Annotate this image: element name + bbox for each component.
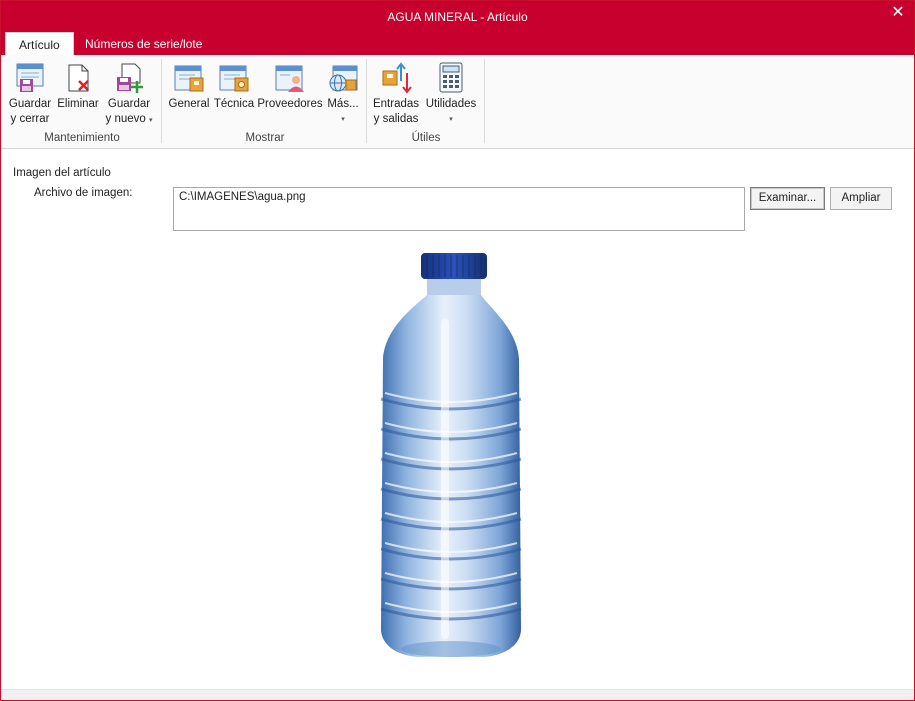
- tab-strip: Artículo Números de serie/lote: [1, 31, 914, 55]
- save-close-label-1: Guardar: [8, 98, 52, 110]
- inputs-outputs-icon: [380, 61, 412, 95]
- technical-label: Técnica: [213, 98, 255, 110]
- general-icon: [173, 61, 205, 95]
- more-button[interactable]: Más... ▾: [325, 61, 361, 127]
- chevron-down-icon: ▾: [449, 116, 453, 123]
- suppliers-label: Proveedores: [257, 98, 323, 110]
- more-label: Más...: [327, 98, 359, 110]
- delete-button[interactable]: Eliminar: [56, 61, 100, 112]
- general-button[interactable]: General: [168, 61, 210, 112]
- save-close-icon: [14, 61, 46, 95]
- ribbon-separator: [484, 59, 485, 143]
- enlarge-button[interactable]: Ampliar: [830, 187, 892, 210]
- save-close-button[interactable]: Guardar y cerrar: [7, 61, 53, 127]
- save-new-label-1: Guardar: [107, 98, 151, 110]
- close-icon[interactable]: ✕: [890, 5, 906, 21]
- suppliers-button[interactable]: Proveedores: [257, 61, 323, 112]
- group-label-mantenimiento: Mantenimiento: [44, 132, 120, 144]
- tab-articulo[interactable]: Artículo: [5, 32, 74, 55]
- save-new-button[interactable]: Guardar y nuevo ▾: [102, 61, 156, 128]
- technical-button[interactable]: Técnica: [213, 61, 255, 112]
- chevron-down-icon: ▾: [148, 117, 153, 124]
- tab-numeros-serie-lote[interactable]: Números de serie/lote: [72, 32, 215, 55]
- title-bar: AGUA MINERAL - Artículo ✕: [1, 1, 914, 31]
- image-path-field[interactable]: C:\IMAGENES\agua.png: [173, 187, 745, 231]
- technical-icon: [218, 61, 250, 95]
- save-new-icon: [113, 61, 145, 95]
- more-icon: [327, 61, 359, 95]
- chevron-down-icon: ▾: [341, 116, 345, 123]
- delete-label: Eliminar: [57, 98, 99, 110]
- delete-icon: [62, 61, 94, 95]
- product-image: [371, 249, 531, 661]
- ribbon-separator: [161, 59, 162, 143]
- status-bar: [1, 689, 914, 700]
- group-label-utiles: Útiles: [411, 132, 441, 144]
- ribbon: Guardar y cerrar Eliminar Guardar y nuev…: [1, 55, 914, 149]
- browse-button[interactable]: Examinar...: [750, 187, 825, 210]
- inputs-outputs-label-2: y salidas: [373, 113, 419, 125]
- utilities-button[interactable]: Utilidades ▾: [423, 61, 479, 127]
- article-window: AGUA MINERAL - Artículo ✕ Artículo Númer…: [0, 0, 915, 701]
- save-new-label-2: y nuevo ▾: [105, 113, 153, 125]
- ribbon-separator: [366, 59, 367, 143]
- suppliers-icon: [274, 61, 306, 95]
- save-close-label-2: y cerrar: [10, 113, 50, 125]
- image-file-label: Archivo de imagen:: [34, 187, 133, 199]
- water-bottle-image: [380, 253, 522, 657]
- section-title: Imagen del artículo: [13, 167, 111, 179]
- inputs-outputs-button[interactable]: Entradas y salidas: [372, 61, 420, 127]
- calculator-icon: [435, 61, 467, 95]
- general-label: General: [168, 98, 210, 110]
- group-label-mostrar: Mostrar: [245, 132, 285, 144]
- content-area: Imagen del artículo Archivo de imagen: C…: [1, 149, 914, 689]
- inputs-outputs-label-1: Entradas: [372, 98, 420, 110]
- window-title: AGUA MINERAL - Artículo: [387, 10, 528, 24]
- utilities-label: Utilidades: [425, 98, 477, 110]
